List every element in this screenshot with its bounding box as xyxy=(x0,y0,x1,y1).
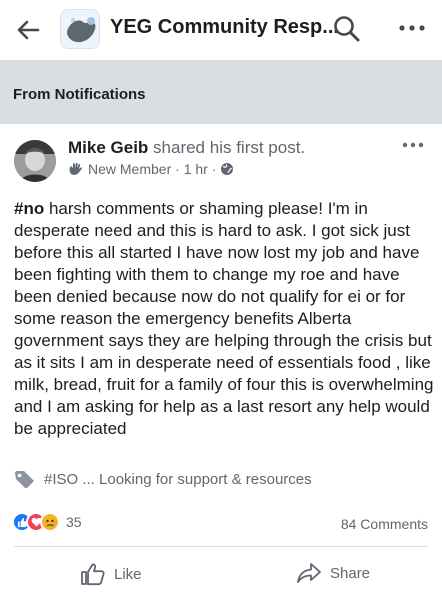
wave-hand-icon xyxy=(69,162,83,175)
avatar[interactable] xyxy=(14,140,56,182)
post-body-text: harsh comments or shaming please! I'm in… xyxy=(14,199,434,438)
share-button[interactable]: Share xyxy=(296,562,370,584)
post-text: #no harsh comments or shaming please! I'… xyxy=(14,198,434,440)
globe-icon xyxy=(221,163,234,175)
search-icon[interactable] xyxy=(332,14,362,44)
like-label: Like xyxy=(114,565,142,583)
tag-icon xyxy=(15,471,34,488)
top-bar: YEG Community Resp... xyxy=(0,0,442,60)
divider xyxy=(14,546,428,547)
reactions-summary[interactable]: 35 xyxy=(12,512,82,532)
group-title[interactable]: YEG Community Resp... xyxy=(110,16,339,39)
notification-label: From Notifications xyxy=(13,86,146,103)
thumbs-up-icon xyxy=(81,563,105,586)
like-button[interactable]: Like xyxy=(80,562,142,586)
member-badge: New Member xyxy=(88,161,172,177)
meta-separator: · xyxy=(207,161,221,177)
post-action-text: shared his first post. xyxy=(148,138,306,157)
post-hashtag[interactable]: #no xyxy=(14,199,44,218)
comments-count[interactable]: 84 Comments xyxy=(341,516,428,532)
post-time[interactable]: 1 hr xyxy=(184,161,208,177)
post-author-line: Mike Geib shared his first post. xyxy=(68,138,305,158)
meta-separator: · xyxy=(171,161,184,177)
arrow-left-icon[interactable] xyxy=(14,16,42,44)
more-horizontal-icon[interactable] xyxy=(396,18,428,38)
share-icon xyxy=(297,563,321,583)
post-meta: New Member · 1 hr · xyxy=(68,161,238,177)
author-name[interactable]: Mike Geib xyxy=(68,138,148,157)
group-avatar[interactable] xyxy=(60,9,100,49)
post-topic[interactable]: #ISO ... Looking for support & resources xyxy=(14,470,312,488)
post-more-icon[interactable] xyxy=(400,138,426,152)
share-label: Share xyxy=(330,564,371,582)
reaction-count: 35 xyxy=(66,514,82,530)
sad-reaction-icon xyxy=(40,512,60,532)
topic-label: #ISO ... Looking for support & resources xyxy=(44,470,312,488)
